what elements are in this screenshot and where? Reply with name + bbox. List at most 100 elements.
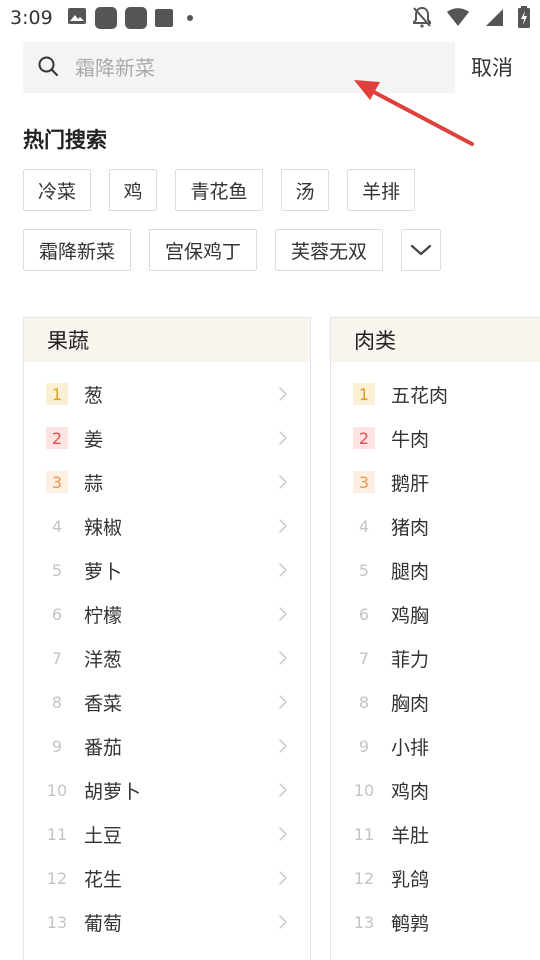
rank-number: 11 [46, 824, 68, 844]
list-item[interactable]: 2 牛肉 [331, 416, 540, 460]
rank-number: 1 [353, 383, 375, 405]
list-item[interactable]: 6 柠檬 [24, 592, 310, 636]
rank-number: 3 [353, 471, 375, 493]
list-item[interactable]: 3 鹅肝 [331, 460, 540, 504]
rank-number: 11 [353, 824, 375, 844]
item-name: 辣椒 [84, 516, 123, 539]
chevron-right-icon [278, 386, 288, 406]
list-item[interactable]: 13 鹌鹑 [331, 900, 540, 944]
rank-list: 1 五花肉 2 牛肉 3 鹅肝 4 猪肉 5 腿肉 6 鸡胸 7 菲力 8 胸肉 9 小排 10 鸡肉 11 羊肚 12 乳鸽… [331, 372, 540, 944]
item-name: 香菜 [84, 692, 123, 715]
chevron-right-icon [278, 606, 288, 626]
list-item[interactable]: 1 五花肉 [331, 372, 540, 416]
chevron-right-icon [278, 782, 288, 802]
chevron-right-icon [278, 518, 288, 538]
hot-tag[interactable]: 羊排 [347, 169, 415, 211]
item-name: 腿肉 [391, 560, 430, 583]
list-item[interactable]: 11 羊肚 [331, 812, 540, 856]
rank-number: 10 [46, 780, 68, 800]
list-item[interactable]: 5 腿肉 [331, 548, 540, 592]
search-icon [37, 55, 59, 81]
item-name: 土豆 [84, 824, 123, 847]
item-name: 胡萝卜 [84, 780, 142, 803]
rank-number: 2 [46, 427, 68, 449]
rank-number: 10 [353, 780, 375, 800]
list-item[interactable]: 7 菲力 [331, 636, 540, 680]
item-name: 鸡胸 [391, 604, 430, 627]
rank-number: 6 [358, 604, 370, 624]
app-square-icon [124, 7, 147, 29]
list-item[interactable]: 12 花生 [24, 856, 310, 900]
rank-number: 2 [353, 427, 375, 449]
chevron-right-icon [278, 562, 288, 582]
list-item[interactable]: 5 萝卜 [24, 548, 310, 592]
list-item[interactable]: 11 土豆 [24, 812, 310, 856]
item-name: 蒜 [84, 472, 104, 495]
list-item[interactable]: 12 乳鸽 [331, 856, 540, 900]
hot-tag[interactable]: 霜降新菜 [23, 229, 131, 271]
chevron-right-icon [278, 650, 288, 670]
rank-list: 1 葱 2 姜 3 蒜 4 辣椒 5 萝卜 6 柠檬 7 洋葱 8 香菜 9 番茄 10 胡萝卜 11 土豆 12 花生 13 葡… [24, 372, 310, 944]
chevron-right-icon [278, 738, 288, 758]
item-name: 乳鸽 [391, 868, 430, 891]
hot-tag[interactable]: 芙蓉无双 [275, 229, 383, 271]
status-time: 3:09 [10, 7, 53, 29]
hot-tag[interactable]: 青花鱼 [175, 169, 263, 211]
category-panel-meat: 肉类 1 五花肉 2 牛肉 3 鹅肝 4 猪肉 5 腿肉 6 鸡胸 7 菲力 8 胸肉 9 小排 10 鸡肉 11 羊肚 1… [330, 317, 540, 960]
rank-number: 8 [358, 692, 370, 712]
list-item[interactable]: 4 猪肉 [331, 504, 540, 548]
hot-tag[interactable]: 汤 [281, 169, 329, 211]
list-item[interactable]: 9 番茄 [24, 724, 310, 768]
hot-search-title: 热门搜索 [23, 128, 107, 152]
item-name: 葱 [84, 384, 104, 407]
item-name: 柠檬 [84, 604, 123, 627]
list-item[interactable]: 10 鸡肉 [331, 768, 540, 812]
item-name: 洋葱 [84, 648, 123, 671]
hot-tag[interactable]: 鸡 [109, 169, 157, 211]
list-item[interactable]: 3蒜 [24, 460, 310, 504]
app-square-icon [94, 7, 117, 29]
annotation-arrow-icon [354, 80, 474, 146]
stop-square-icon [154, 9, 173, 27]
chevron-down-icon [410, 243, 432, 257]
panel-title: 果蔬 [24, 318, 310, 362]
category-panel-produce: 果蔬 1 葱 2 姜 3 蒜 4 辣椒 5 萝卜 6 柠檬 7 洋葱 8 香菜 9 番茄 10 胡萝卜 11 土豆 12 花生… [23, 317, 311, 960]
list-item[interactable]: 10 胡萝卜 [24, 768, 310, 812]
hot-tag[interactable]: 冷菜 [23, 169, 91, 211]
list-item[interactable]: 2姜 [24, 416, 310, 460]
rank-number: 3 [46, 471, 68, 493]
rank-number: 5 [51, 560, 63, 580]
item-name: 羊肚 [391, 824, 430, 847]
item-name: 五花肉 [391, 384, 449, 407]
item-name: 萝卜 [84, 560, 123, 583]
rank-number: 4 [358, 516, 370, 536]
list-item[interactable]: 1葱 [24, 372, 310, 416]
status-icons-left [67, 7, 193, 29]
image-icon [67, 7, 87, 29]
list-item[interactable]: 6 鸡胸 [331, 592, 540, 636]
list-item[interactable]: 8 香菜 [24, 680, 310, 724]
item-name: 番茄 [84, 736, 123, 759]
list-item[interactable]: 7 洋葱 [24, 636, 310, 680]
rank-number: 5 [358, 560, 370, 580]
rank-number: 8 [51, 692, 63, 712]
expand-tags-button[interactable] [401, 229, 441, 271]
list-item[interactable]: 4 辣椒 [24, 504, 310, 548]
rank-number: 7 [51, 648, 63, 668]
chevron-right-icon [278, 914, 288, 934]
signal-icon [484, 7, 504, 31]
rank-number: 6 [51, 604, 63, 624]
item-name: 鹌鹑 [391, 912, 430, 935]
notification-off-icon [412, 6, 432, 32]
item-name: 小排 [391, 736, 430, 759]
list-item[interactable]: 9 小排 [331, 724, 540, 768]
list-item[interactable]: 8 胸肉 [331, 680, 540, 724]
rank-number: 4 [51, 516, 63, 536]
rank-number: 12 [353, 868, 375, 888]
item-name: 胸肉 [391, 692, 430, 715]
rank-number: 9 [51, 736, 63, 756]
panel-title: 肉类 [331, 318, 540, 362]
hot-tag[interactable]: 宫保鸡丁 [149, 229, 257, 271]
list-item[interactable]: 13 葡萄 [24, 900, 310, 944]
item-name: 牛肉 [391, 428, 430, 451]
